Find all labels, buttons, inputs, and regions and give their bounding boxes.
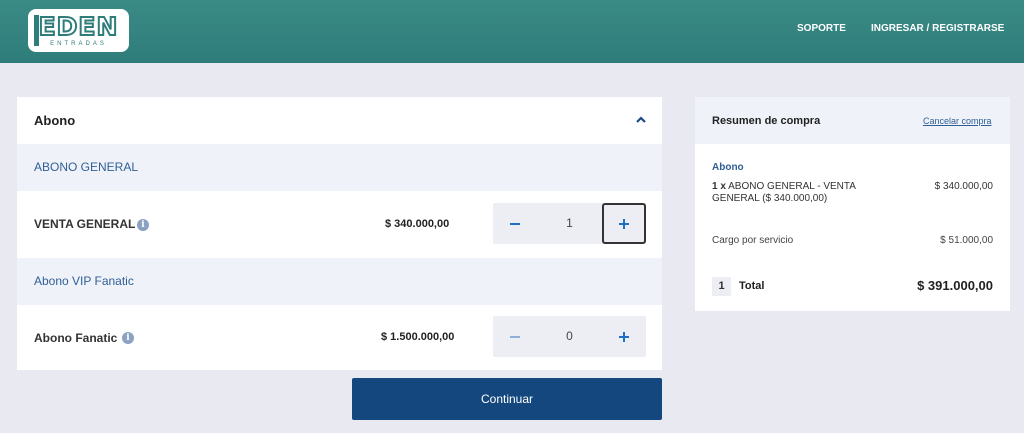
section-title: Abono — [34, 113, 76, 128]
ticket-price: $ 340.000,00 — [385, 218, 450, 230]
ticket-row-venta-general: VENTA GENERAL i $ 340.000,00 1 — [17, 191, 662, 258]
group-label: ABONO GENERAL — [34, 160, 139, 174]
purchase-summary-card: Resumen de compra Cancelar compra Abono … — [695, 97, 1010, 311]
ticket-label: VENTA GENERAL — [34, 217, 136, 231]
total-label: Total — [739, 280, 765, 292]
summary-header: Resumen de compra Cancelar compra — [695, 97, 1010, 144]
plus-icon — [619, 218, 629, 229]
info-icon[interactable]: i — [122, 332, 134, 344]
chevron-up-icon[interactable] — [635, 114, 647, 126]
ticket-price: $ 1.500.000,00 — [381, 331, 455, 343]
decrement-button[interactable] — [493, 316, 537, 357]
logo-bars-icon — [34, 15, 39, 46]
summary-item-price: $ 340.000,00 — [934, 181, 993, 192]
increment-button[interactable] — [602, 316, 646, 357]
quantity-value: 0 — [566, 329, 573, 343]
group-label: Abono VIP Fanatic — [34, 274, 134, 288]
nav-login-link[interactable]: INGRESAR / REGISTRARSE — [871, 23, 1004, 34]
minus-icon — [510, 335, 520, 338]
increment-button[interactable] — [602, 203, 646, 244]
top-nav-bar: EDEN ENTRADAS SOPORTE INGRESAR / REGISTR… — [0, 0, 1024, 63]
minus-icon — [510, 222, 520, 225]
ticket-row-abono-fanatic: Abono Fanatic i $ 1.500.000,00 0 — [17, 305, 662, 370]
ticket-selection-card: Abono ABONO GENERAL VENTA GENERAL i $ 34… — [17, 97, 662, 370]
quantity-value: 1 — [566, 216, 573, 230]
total-price: $ 391.000,00 — [917, 278, 993, 293]
ticket-group-vip: Abono VIP Fanatic — [17, 258, 662, 305]
info-icon[interactable]: i — [137, 219, 149, 231]
section-header-abono[interactable]: Abono — [17, 97, 662, 144]
nav-support-link[interactable]: SOPORTE — [797, 23, 846, 34]
eden-logo[interactable]: EDEN ENTRADAS — [28, 9, 129, 52]
total-count-badge: 1 — [712, 277, 731, 296]
summary-item: 1 x ABONO GENERAL - VENTA GENERAL ($ 340… — [712, 181, 862, 205]
logo-subtitle: ENTRADAS — [50, 40, 107, 47]
decrement-button[interactable] — [493, 203, 537, 244]
quantity-stepper: 0 — [493, 316, 646, 357]
summary-group-label: Abono — [712, 162, 744, 173]
ticket-label: Abono Fanatic — [34, 331, 118, 345]
plus-icon — [619, 331, 629, 342]
summary-title: Resumen de compra — [712, 115, 821, 127]
service-fee-price: $ 51.000,00 — [940, 235, 993, 246]
logo-wordmark: EDEN — [38, 11, 119, 41]
service-fee-label: Cargo por servicio — [712, 235, 794, 246]
quantity-stepper: 1 — [493, 203, 646, 244]
ticket-group-general: ABONO GENERAL — [17, 144, 662, 191]
summary-item-qty: 1 x — [712, 181, 726, 192]
cancel-purchase-link[interactable]: Cancelar compra — [923, 116, 992, 126]
continue-button[interactable]: Continuar — [352, 378, 662, 420]
summary-item-desc: ABONO GENERAL - VENTA GENERAL ($ 340.000… — [712, 181, 856, 204]
